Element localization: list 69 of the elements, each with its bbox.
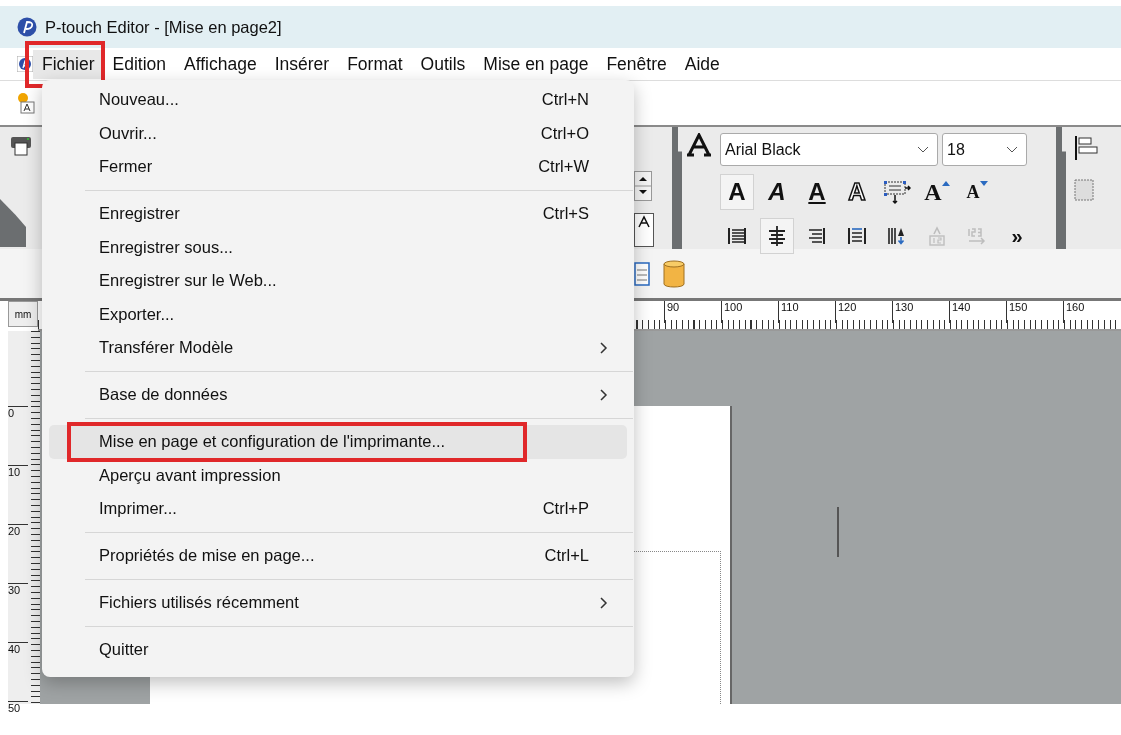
ruler-label: 130 [892, 301, 949, 323]
menu-item[interactable]: Exporter... [49, 297, 627, 331]
new-text-icon[interactable] [17, 92, 35, 114]
triangle-icon [941, 181, 950, 186]
ruler-unit: mm [8, 301, 38, 327]
menu-item[interactable]: Ouvrir... Ctrl+O [49, 116, 627, 150]
menu-item[interactable]: Imprimer... Ctrl+P [49, 492, 627, 526]
menu-item[interactable]: Fermer Ctrl+W [49, 150, 627, 184]
center-align-button[interactable] [760, 218, 794, 254]
triangle-icon [979, 181, 988, 186]
app-logo-icon [17, 17, 37, 37]
more-button[interactable]: » [1000, 218, 1034, 254]
menu-bar-item[interactable]: Outils [411, 49, 475, 79]
text-box-icon[interactable] [634, 213, 654, 247]
menu-item[interactable]: Quitter [49, 633, 627, 667]
ruler-label: 160 [1063, 301, 1120, 323]
list-icon[interactable] [634, 261, 650, 286]
ruler-label: 0 [8, 406, 28, 465]
justify-align-icon [846, 225, 868, 247]
ruler-label: 50 [8, 701, 28, 735]
menu-item[interactable]: Aperçu avant impression [49, 458, 627, 492]
text-cursor [837, 507, 839, 557]
dropdown-icon [917, 145, 929, 154]
bold-button[interactable]: A [720, 174, 754, 210]
ruler-label: 120 [835, 301, 892, 323]
menu-item[interactable]: Enregistrer sous... [49, 230, 627, 264]
ruler-label: 20 [8, 524, 28, 583]
ruler-label: 90 [664, 301, 721, 323]
italic-button[interactable]: A [760, 174, 794, 210]
printer-icon[interactable] [10, 135, 32, 157]
menu-item[interactable]: Propriétés de mise en page... Ctrl+L [49, 539, 627, 573]
menu-bar-item[interactable]: Insérer [265, 49, 339, 79]
align-left-objects-icon[interactable] [1074, 135, 1100, 161]
font-size-field[interactable]: 18 [942, 133, 1027, 166]
number-a-align-icon [926, 225, 948, 247]
ruler-label: 100 [721, 301, 778, 323]
menu-item[interactable]: Base de données [49, 378, 627, 412]
ruler-label: 110 [778, 301, 835, 323]
menu-bar-item[interactable]: Fichier [33, 49, 104, 79]
number-123-align-icon [966, 225, 988, 247]
ruler-label: 40 [8, 642, 28, 701]
ruler-label: 140 [949, 301, 1006, 323]
ruler-label: 150 [1006, 301, 1063, 323]
database-icon[interactable] [662, 259, 686, 288]
font-field[interactable]: Arial Black [720, 133, 938, 166]
menu-bar-item[interactable]: Edition [103, 49, 176, 79]
window-title: P-touch Editor - [Mise en page2] [45, 17, 282, 37]
shrink-button[interactable]: A [960, 174, 994, 210]
left-align-icon [726, 225, 748, 247]
menu-item[interactable]: Nouveau... Ctrl+N [49, 83, 627, 117]
ruler-label: 30 [8, 583, 28, 642]
font-icon [686, 133, 712, 157]
menu-bar-item[interactable]: Fenêtre [597, 49, 676, 79]
menu-bar-item[interactable]: Affichage [175, 49, 266, 79]
menu-bar-item[interactable]: Mise en page [474, 49, 598, 79]
grow-button[interactable]: A [920, 174, 954, 210]
ruler-label: 10 [8, 465, 28, 524]
menu-item[interactable]: Transférer Modèle [49, 331, 627, 365]
spinner-icon[interactable] [634, 171, 652, 201]
dropdown-icon [1006, 145, 1018, 154]
menu-item[interactable]: Enregistrer Ctrl+S [49, 197, 627, 231]
right-align-icon [806, 225, 828, 247]
menu-item[interactable]: Fichiers utilisés récemment [49, 586, 627, 620]
underline-button[interactable]: A [800, 174, 834, 210]
menu-item[interactable]: Mise en page et configuration de l'imprimante... [49, 425, 627, 459]
menu-bar-item[interactable]: Format [338, 49, 412, 79]
center-align-icon [766, 225, 788, 247]
menu-bar-item[interactable]: Aide [675, 49, 729, 79]
text-frame-icon [883, 179, 911, 205]
